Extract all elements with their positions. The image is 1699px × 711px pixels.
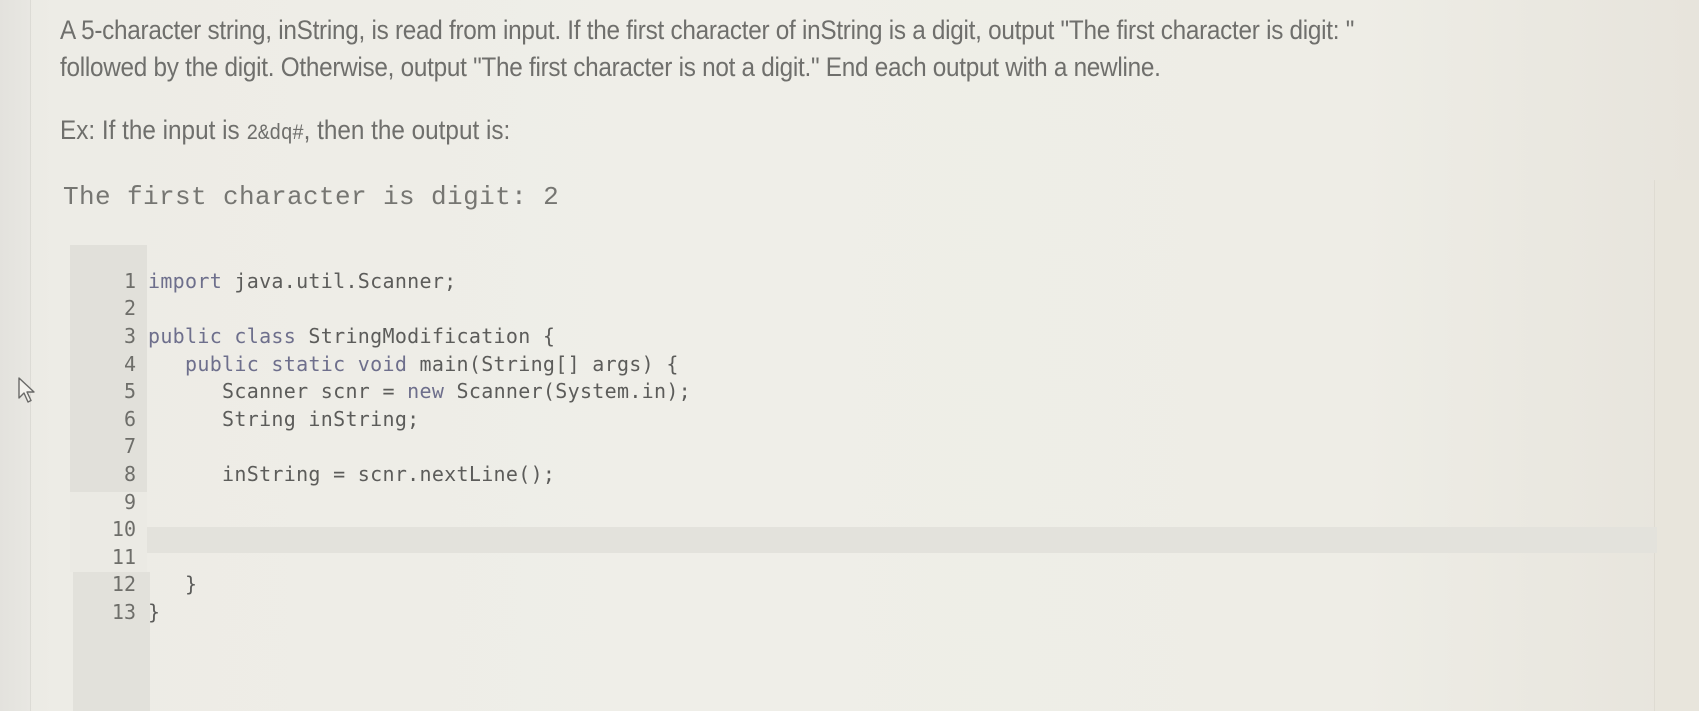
code-text[interactable]: Scanner scnr = new Scanner(System.in);: [148, 379, 691, 403]
line-number: 9: [123, 489, 136, 514]
line-number: 5: [123, 379, 136, 404]
code-line[interactable]: 13}: [70, 598, 691, 626]
code-token: }: [148, 572, 198, 597]
expected-output: The first character is digit: 2: [63, 182, 560, 212]
code-line[interactable]: 8 inString = scnr.nextLine();: [70, 460, 691, 488]
code-line[interactable]: 2: [70, 295, 691, 323]
code-line[interactable]: 7: [70, 433, 691, 461]
code-line[interactable]: 4 public static void main(String[] args)…: [70, 350, 691, 378]
code-text[interactable]: inString = scnr.nextLine();: [148, 462, 555, 486]
code-token: java.util.Scanner;: [222, 268, 457, 293]
code-lines[interactable]: 1 import java.util.Scanner; 2 3 public class…: [70, 267, 691, 626]
code-line[interactable]: 11: [70, 543, 691, 571]
line-number: 1: [123, 268, 136, 293]
code-token: inString = scnr.nextLine();: [148, 461, 556, 486]
code-text[interactable]: }: [148, 600, 160, 624]
problem-description: A 5-character string, inString, is read …: [60, 12, 1500, 86]
line-number: 3: [123, 323, 136, 348]
code-editor[interactable]: 1 import java.util.Scanner; 2 3 public class…: [70, 245, 1657, 711]
example-suffix: , then the output is:: [303, 115, 511, 145]
line-number: 10: [111, 517, 136, 542]
code-text[interactable]: String inString;: [148, 407, 420, 431]
code-token: StringModification {: [296, 323, 556, 348]
code-text[interactable]: }: [148, 572, 197, 596]
code-line[interactable]: 6 String inString;: [70, 405, 691, 433]
line-number: 12: [111, 572, 136, 597]
example-prefix: Ex: If the input is: [60, 115, 247, 145]
code-keyword: new: [407, 379, 445, 404]
code-keyword: import: [148, 268, 223, 293]
line-number: 6: [123, 406, 136, 431]
mouse-pointer-icon: [18, 377, 35, 403]
line-number: 4: [123, 351, 136, 376]
code-line[interactable]: 5 Scanner scnr = new Scanner(System.in);: [70, 377, 691, 405]
line-number: 2: [123, 296, 136, 321]
code-text[interactable]: public class StringModification {: [148, 324, 555, 348]
example-input: 2&dq#: [246, 121, 304, 146]
line-number: 7: [123, 434, 136, 459]
code-line[interactable]: 9: [70, 488, 691, 516]
code-token: String inString;: [148, 406, 420, 431]
line-number: 13: [111, 599, 136, 624]
example-statement: Ex: If the input is 2&dq#, then the outp…: [60, 112, 510, 152]
code-text[interactable]: public static void main(String[] args) {: [148, 352, 679, 376]
code-line[interactable]: 1 import java.util.Scanner;: [70, 267, 691, 295]
code-text[interactable]: import java.util.Scanner;: [148, 269, 457, 293]
code-token: Scanner(System.in);: [444, 379, 692, 404]
line-number: 8: [123, 461, 136, 486]
code-keyword: public class: [148, 323, 297, 348]
window-left-edge: [0, 0, 31, 711]
code-token: main(String[] args) {: [407, 351, 679, 376]
code-keyword: public static void: [185, 351, 408, 376]
code-line[interactable]: 3 public class StringModification {: [70, 322, 691, 350]
code-token: Scanner scnr =: [148, 379, 408, 404]
code-line[interactable]: 10: [70, 515, 691, 543]
code-token: }: [148, 599, 161, 624]
code-line[interactable]: 12 }: [70, 571, 691, 599]
problem-description-line-2: followed by the digit. Otherwise, output…: [60, 52, 1161, 82]
window-right-edge: [1654, 180, 1699, 711]
line-number: 11: [111, 544, 136, 569]
problem-description-line-1: A 5-character string, inString, is read …: [60, 15, 1355, 45]
